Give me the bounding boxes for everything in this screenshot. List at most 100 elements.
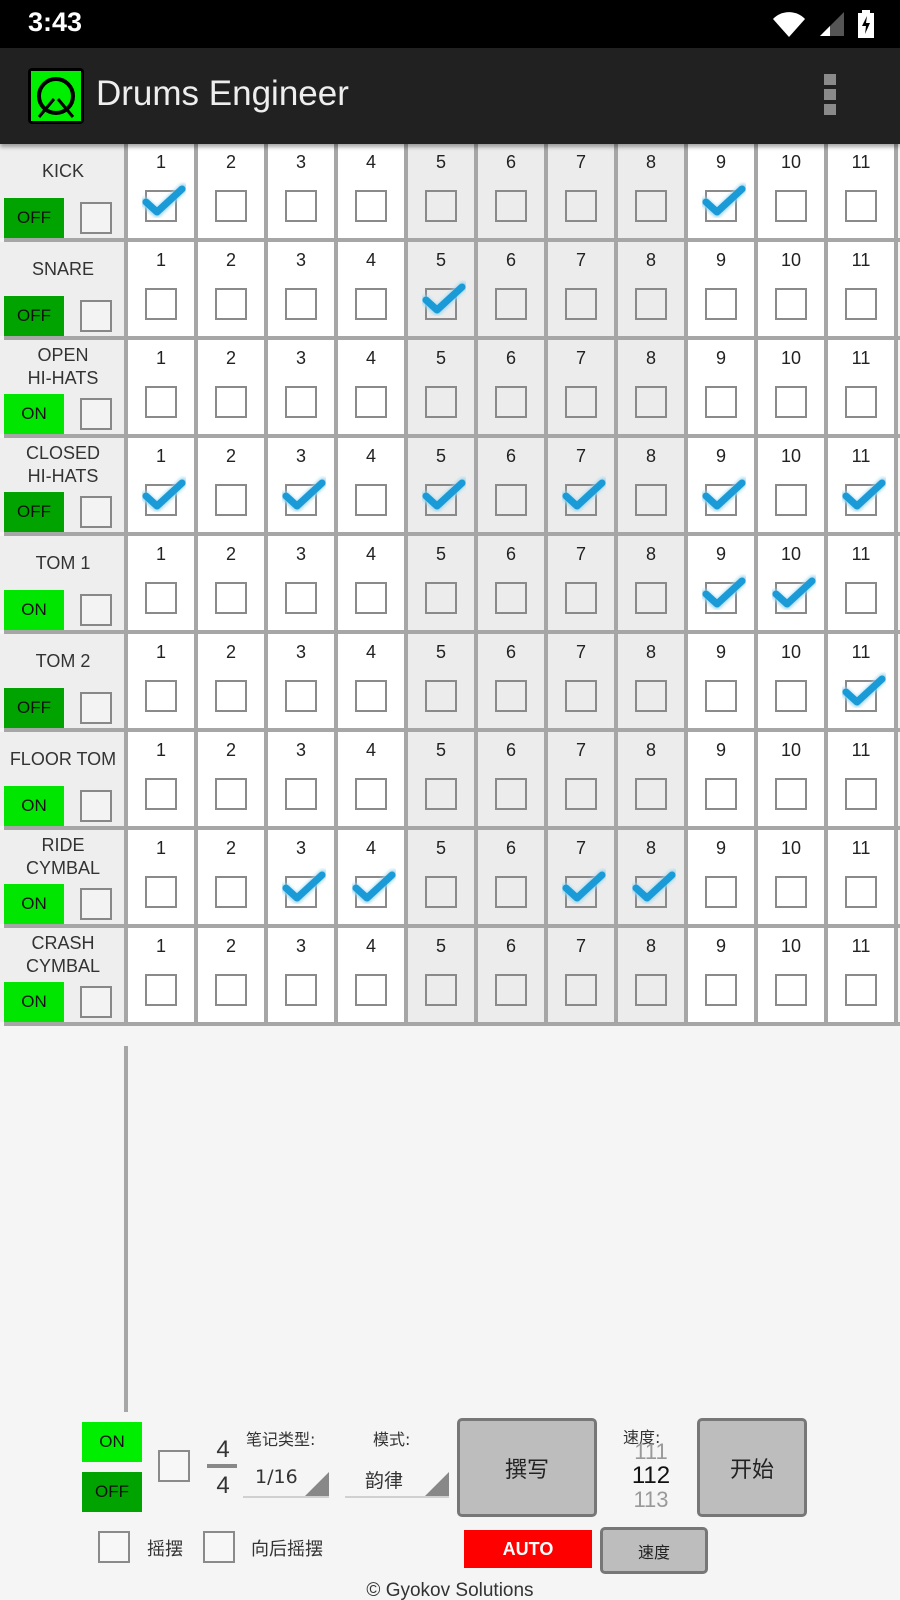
step-checkbox[interactable] <box>425 386 457 418</box>
step-checkbox[interactable] <box>215 484 247 516</box>
track-toggle-button[interactable]: OFF <box>4 296 64 336</box>
step-checkbox[interactable] <box>145 974 177 1006</box>
step-checkbox[interactable] <box>355 386 387 418</box>
step-checkbox[interactable] <box>565 484 597 516</box>
step-checkbox[interactable] <box>635 386 667 418</box>
track-select-checkbox[interactable] <box>80 202 112 234</box>
step-checkbox[interactable] <box>425 190 457 222</box>
step-checkbox[interactable] <box>425 484 457 516</box>
note-type-spinner[interactable]: 1/16 <box>243 1460 329 1498</box>
step-checkbox[interactable] <box>495 876 527 908</box>
step-checkbox[interactable] <box>285 386 317 418</box>
track-toggle-button[interactable]: ON <box>4 394 64 434</box>
step-checkbox[interactable] <box>215 876 247 908</box>
step-checkbox[interactable] <box>705 484 737 516</box>
step-checkbox[interactable] <box>705 876 737 908</box>
step-checkbox[interactable] <box>775 778 807 810</box>
track-toggle-button[interactable]: ON <box>4 590 64 630</box>
step-checkbox[interactable] <box>285 582 317 614</box>
step-checkbox[interactable] <box>495 484 527 516</box>
step-checkbox[interactable] <box>145 190 177 222</box>
step-checkbox[interactable] <box>705 190 737 222</box>
speed-button[interactable]: 速度 <box>600 1527 708 1574</box>
time-signature-top[interactable]: 4 <box>208 1436 238 1464</box>
step-checkbox[interactable] <box>705 778 737 810</box>
step-checkbox[interactable] <box>565 582 597 614</box>
step-checkbox[interactable] <box>845 288 877 320</box>
step-checkbox[interactable] <box>635 288 667 320</box>
track-select-checkbox[interactable] <box>80 300 112 332</box>
step-checkbox[interactable] <box>285 484 317 516</box>
step-checkbox[interactable] <box>215 190 247 222</box>
step-checkbox[interactable] <box>145 778 177 810</box>
step-checkbox[interactable] <box>565 974 597 1006</box>
step-checkbox[interactable] <box>775 974 807 1006</box>
step-checkbox[interactable] <box>285 680 317 712</box>
track-toggle-button[interactable]: OFF <box>4 492 64 532</box>
step-checkbox[interactable] <box>845 680 877 712</box>
step-checkbox[interactable] <box>705 288 737 320</box>
step-checkbox[interactable] <box>775 484 807 516</box>
step-checkbox[interactable] <box>215 386 247 418</box>
track-toggle-button[interactable]: OFF <box>4 198 64 238</box>
step-checkbox[interactable] <box>565 778 597 810</box>
step-checkbox[interactable] <box>215 680 247 712</box>
tempo-prev[interactable]: 111 <box>626 1440 676 1464</box>
step-checkbox[interactable] <box>425 288 457 320</box>
step-checkbox[interactable] <box>775 582 807 614</box>
step-checkbox[interactable] <box>495 680 527 712</box>
step-checkbox[interactable] <box>705 974 737 1006</box>
step-checkbox[interactable] <box>845 974 877 1006</box>
track-select-checkbox[interactable] <box>80 692 112 724</box>
step-checkbox[interactable] <box>215 778 247 810</box>
step-checkbox[interactable] <box>845 386 877 418</box>
step-checkbox[interactable] <box>285 974 317 1006</box>
step-checkbox[interactable] <box>635 974 667 1006</box>
step-checkbox[interactable] <box>355 484 387 516</box>
global-checkbox[interactable] <box>158 1450 190 1482</box>
step-checkbox[interactable] <box>145 876 177 908</box>
step-checkbox[interactable] <box>635 190 667 222</box>
step-checkbox[interactable] <box>705 680 737 712</box>
step-checkbox[interactable] <box>845 582 877 614</box>
start-button[interactable]: 开始 <box>697 1418 807 1517</box>
step-checkbox[interactable] <box>145 386 177 418</box>
track-select-checkbox[interactable] <box>80 986 112 1018</box>
step-checkbox[interactable] <box>565 190 597 222</box>
all-on-button[interactable]: ON <box>82 1422 142 1462</box>
step-checkbox[interactable] <box>845 876 877 908</box>
step-checkbox[interactable] <box>775 386 807 418</box>
step-checkbox[interactable] <box>145 484 177 516</box>
step-checkbox[interactable] <box>705 386 737 418</box>
step-checkbox[interactable] <box>355 778 387 810</box>
step-checkbox[interactable] <box>285 876 317 908</box>
step-checkbox[interactable] <box>355 288 387 320</box>
track-toggle-button[interactable]: OFF <box>4 688 64 728</box>
step-checkbox[interactable] <box>215 974 247 1006</box>
back-swing-checkbox[interactable] <box>203 1531 235 1563</box>
step-checkbox[interactable] <box>355 680 387 712</box>
tempo-current[interactable]: 112 <box>626 1464 676 1488</box>
track-select-checkbox[interactable] <box>80 594 112 626</box>
step-checkbox[interactable] <box>565 386 597 418</box>
step-checkbox[interactable] <box>565 876 597 908</box>
step-checkbox[interactable] <box>425 974 457 1006</box>
mode-spinner[interactable]: 韵律 <box>345 1460 449 1498</box>
step-checkbox[interactable] <box>635 778 667 810</box>
step-checkbox[interactable] <box>495 974 527 1006</box>
step-checkbox[interactable] <box>145 680 177 712</box>
step-checkbox[interactable] <box>635 876 667 908</box>
step-checkbox[interactable] <box>635 680 667 712</box>
step-checkbox[interactable] <box>285 288 317 320</box>
step-checkbox[interactable] <box>285 190 317 222</box>
step-checkbox[interactable] <box>145 582 177 614</box>
track-select-checkbox[interactable] <box>80 496 112 528</box>
tempo-picker[interactable]: 111 112 113 <box>626 1440 676 1512</box>
step-checkbox[interactable] <box>705 582 737 614</box>
track-toggle-button[interactable]: ON <box>4 786 64 826</box>
step-checkbox[interactable] <box>355 190 387 222</box>
step-checkbox[interactable] <box>775 680 807 712</box>
step-checkbox[interactable] <box>775 288 807 320</box>
step-checkbox[interactable] <box>495 582 527 614</box>
track-select-checkbox[interactable] <box>80 398 112 430</box>
